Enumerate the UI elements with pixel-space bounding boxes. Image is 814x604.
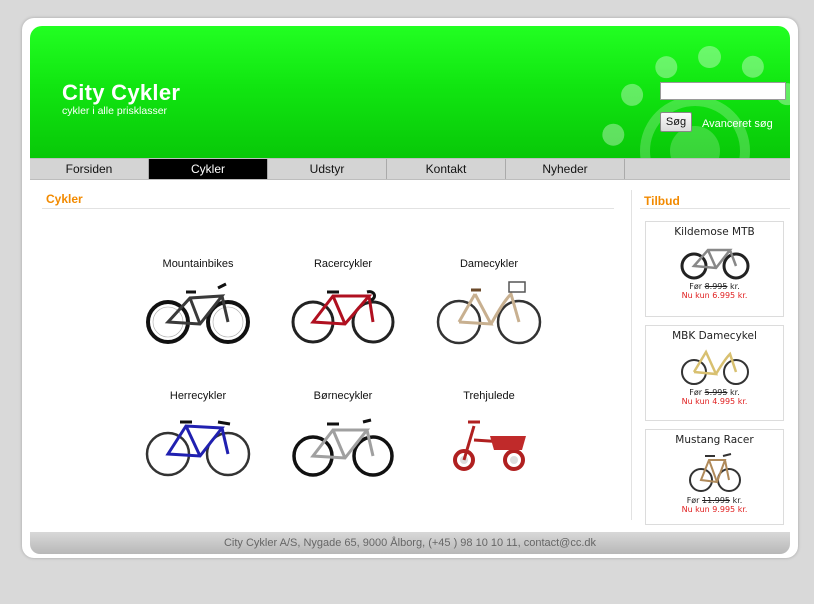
- offer-card-kildemose[interactable]: Kildemose MTB Før 8.995 kr. Nu kun 6.995…: [645, 221, 784, 317]
- nav-item-forsiden[interactable]: Forsiden: [30, 159, 149, 179]
- ladies-bike-icon: [436, 281, 542, 345]
- advanced-search-link[interactable]: Avanceret søg: [702, 118, 773, 130]
- category-racercykler[interactable]: Racercykler: [278, 258, 408, 346]
- category-trehjulede[interactable]: Trehjulede: [424, 390, 554, 478]
- offer-name[interactable]: Mustang Racer: [646, 434, 783, 446]
- offer-name[interactable]: Kildemose MTB: [646, 226, 783, 238]
- offer-now-price: Nu kun 6.995 kr.: [681, 291, 748, 300]
- category-label: Mountainbikes: [162, 258, 234, 270]
- offer-card-mbk[interactable]: MBK Damecykel Før 5.995 kr. Nu kun 4.995…: [645, 325, 784, 421]
- category-label: Børnecykler: [313, 390, 373, 402]
- mountainbike-icon: [146, 282, 250, 344]
- category-label: Trehjulede: [463, 390, 515, 402]
- site-logo-title[interactable]: City Cykler: [62, 80, 180, 106]
- nav-item-kontakt[interactable]: Kontakt: [387, 159, 506, 179]
- footer-contact: City Cykler A/S, Nygade 65, 9000 Ålborg,…: [30, 532, 790, 554]
- category-label: Damecykler: [459, 258, 519, 270]
- site-tagline: cykler i alle prisklasser: [62, 105, 168, 117]
- nav-item-nyheder[interactable]: Nyheder: [506, 159, 625, 179]
- nav-item-udstyr[interactable]: Udstyr: [268, 159, 387, 179]
- offer-bike-icon: [680, 349, 749, 385]
- category-mountainbikes[interactable]: Mountainbikes: [133, 258, 263, 346]
- category-damecykler[interactable]: Damecykler: [424, 258, 554, 346]
- search-input[interactable]: [660, 82, 786, 100]
- sidebar-title-divider: [640, 208, 790, 209]
- main-section-title: Cykler: [46, 192, 83, 206]
- category-label: Herrecykler: [169, 390, 227, 402]
- mens-bike-icon: [145, 420, 251, 477]
- offer-before-price: Før 11.995 kr.: [686, 496, 743, 505]
- offer-card-mustang[interactable]: Mustang Racer Før 11.995 kr. Nu kun 9.99…: [645, 429, 784, 525]
- offer-before-price: Før 8.995 kr.: [689, 282, 740, 291]
- category-bornecykler[interactable]: Børnecykler: [278, 390, 408, 478]
- sidebar-title: Tilbud: [644, 194, 680, 208]
- offer-bike-icon: [680, 248, 749, 280]
- category-herrecykler[interactable]: Herrecykler: [133, 390, 263, 478]
- offer-now-price: Nu kun 4.995 kr.: [681, 397, 748, 406]
- offer-name[interactable]: MBK Damecykel: [646, 330, 783, 342]
- tricycle-icon: [453, 420, 526, 471]
- main-title-divider: [42, 208, 614, 209]
- category-label: Racercykler: [313, 258, 373, 270]
- offer-bike-icon: [688, 453, 741, 492]
- search-button[interactable]: Søg: [660, 112, 692, 132]
- nav-item-empty: [625, 159, 744, 179]
- racer-bike-icon: [291, 290, 395, 344]
- page-container: City Cykler cykler i alle prisklasser Sø…: [22, 18, 798, 558]
- nav-item-cykler[interactable]: Cykler: [149, 159, 268, 179]
- kids-bike-icon: [292, 418, 394, 477]
- header-banner: City Cykler cykler i alle prisklasser Sø…: [30, 26, 790, 158]
- main-navigation: Forsiden Cykler Udstyr Kontakt Nyheder: [30, 158, 790, 180]
- offer-before-price: Før 5.995 kr.: [689, 388, 740, 397]
- offer-now-price: Nu kun 9.995 kr.: [681, 505, 748, 514]
- sidebar-divider: [631, 190, 632, 520]
